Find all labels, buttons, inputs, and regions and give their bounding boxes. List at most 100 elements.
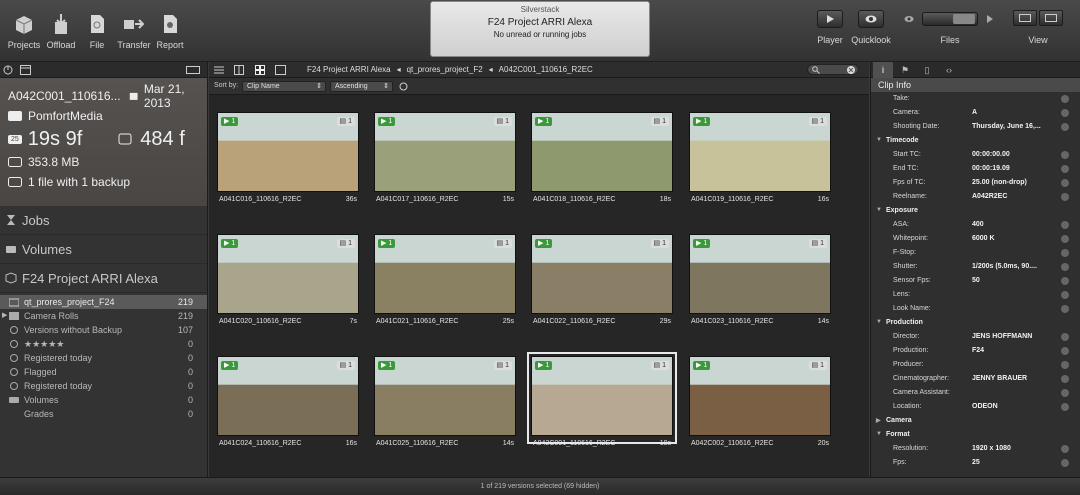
offload-button[interactable]: Offload — [41, 8, 81, 50]
inspector-value[interactable]: JENS HOFFMANN — [972, 333, 1032, 340]
edit-indicator-icon[interactable] — [1061, 249, 1069, 257]
clip-thumbnail[interactable]: ▶ 1 ▤ 1 A042C001_110616_R2EC 19s — [527, 352, 677, 447]
clear-search-icon[interactable] — [847, 66, 855, 74]
disclosure-triangle-icon[interactable]: ▼ — [876, 431, 882, 437]
inspector-value[interactable]: JENNY BRAUER — [972, 375, 1027, 382]
tab-file[interactable]: ▯ — [917, 62, 937, 78]
refresh-icon[interactable] — [399, 82, 408, 91]
section-jobs[interactable]: Jobs — [0, 206, 207, 235]
transfer-button[interactable]: Transfer — [114, 8, 154, 50]
view-button[interactable]: View — [1010, 10, 1066, 45]
nav-item-versions-without-backup[interactable]: Versions without Backup 107 — [0, 323, 207, 337]
edit-indicator-icon[interactable] — [1061, 193, 1069, 201]
clip-thumbnail[interactable]: ▶ 1 ▤ 1 A041C021_110616_R2EC 25s — [374, 234, 516, 325]
clip-thumbnail[interactable]: ▶ 1 ▤ 1 A041C017_110616_R2EC 15s — [374, 112, 516, 203]
files-size-control[interactable]: Files — [900, 10, 1000, 45]
edit-indicator-icon[interactable] — [1061, 291, 1069, 299]
disclosure-triangle-icon[interactable]: ▶ — [2, 309, 7, 323]
inspector-group-header[interactable]: ▼ Exposure — [871, 204, 1080, 218]
view-mode-right[interactable] — [1039, 10, 1063, 26]
inspector-value[interactable]: ODEON — [972, 403, 998, 410]
edit-indicator-icon[interactable] — [1061, 95, 1069, 103]
edit-indicator-icon[interactable] — [1061, 305, 1069, 313]
search-input[interactable] — [807, 64, 859, 75]
section-project[interactable]: F24 Project ARRI Alexa — [0, 264, 207, 293]
quicklook-button[interactable]: Quicklook — [850, 10, 892, 45]
sort-order-select[interactable]: Ascending ⇕ — [330, 81, 393, 92]
nav-item-prores-project[interactable]: qt_prores_project_F24 219 — [0, 295, 207, 309]
inspector-value[interactable]: 400 — [972, 221, 984, 228]
file-button[interactable]: File — [77, 8, 117, 50]
inspector-value[interactable]: 00:00:19.09 — [972, 165, 1010, 172]
tab-code[interactable]: ‹› — [939, 62, 959, 78]
clip-thumbnail[interactable]: ▶ 1 ▤ 1 A041C024_110616_R2EC 16s — [217, 356, 359, 447]
nav-item-volumes[interactable]: Volumes 0 — [0, 393, 207, 407]
edit-indicator-icon[interactable] — [1061, 333, 1069, 341]
inspector-value[interactable]: 50 — [972, 277, 980, 284]
inspector-value[interactable]: 25.00 (non-drop) — [972, 179, 1027, 186]
disclosure-triangle-icon[interactable]: ▼ — [876, 319, 882, 325]
inspector-value[interactable]: F24 — [972, 347, 984, 354]
inspector-value[interactable]: A042R2EC — [972, 193, 1007, 200]
edit-indicator-icon[interactable] — [1061, 459, 1069, 467]
edit-indicator-icon[interactable] — [1061, 179, 1069, 187]
inspector-group-header[interactable]: ▼ Production — [871, 316, 1080, 330]
inspector-value[interactable]: 6000 K — [972, 235, 995, 242]
nav-item-camera-rolls[interactable]: ▶ Camera Rolls 219 — [0, 309, 207, 323]
tape-icon[interactable] — [186, 66, 200, 74]
section-volumes[interactable]: Volumes — [0, 235, 207, 264]
inspector-group-header[interactable]: ▶ Camera — [871, 414, 1080, 428]
edit-indicator-icon[interactable] — [1061, 123, 1069, 131]
breadcrumb-project[interactable]: F24 Project ARRI Alexa — [307, 65, 391, 74]
clip-thumbnail[interactable]: ▶ 1 ▤ 1 A041C025_110616_R2EC 14s — [374, 356, 516, 447]
breadcrumb-clip[interactable]: A042C001_110616_R2EC — [499, 65, 593, 74]
inspector-group-header[interactable]: ▼ Timecode — [871, 134, 1080, 148]
inspector-value[interactable]: 1/200s (5.0ms, 90.... — [972, 263, 1037, 270]
breadcrumb-folder[interactable]: qt_prores_project_F2 — [407, 65, 483, 74]
inspector-value[interactable]: 25 — [972, 459, 980, 466]
edit-indicator-icon[interactable] — [1061, 375, 1069, 383]
tab-info[interactable]: i — [873, 62, 893, 78]
edit-indicator-icon[interactable] — [1061, 403, 1069, 411]
player-button[interactable]: Player — [810, 10, 850, 45]
edit-indicator-icon[interactable] — [1061, 221, 1069, 229]
clip-thumbnail[interactable]: ▶ 1 ▤ 1 A041C022_110616_R2EC 29s — [531, 234, 673, 325]
disclosure-triangle-icon[interactable]: ▼ — [876, 207, 882, 213]
edit-indicator-icon[interactable] — [1061, 389, 1069, 397]
column-view-icon[interactable] — [234, 65, 244, 75]
nav-item-registered-today[interactable]: Registered today 0 — [0, 351, 207, 365]
edit-indicator-icon[interactable] — [1061, 151, 1069, 159]
edit-indicator-icon[interactable] — [1061, 277, 1069, 285]
inspector-group-header[interactable]: ▼ Format — [871, 428, 1080, 442]
clip-thumbnail[interactable]: ▶ 1 ▤ 1 A041C016_110616_R2EC 36s — [217, 112, 359, 203]
inspector-value[interactable]: 00:00:00.00 — [972, 151, 1010, 158]
disclosure-triangle-icon[interactable]: ▶ — [876, 417, 881, 424]
nav-item-registered-today-2[interactable]: Registered today 0 — [0, 379, 207, 393]
tab-flag[interactable]: ⚑ — [895, 62, 915, 78]
power-icon[interactable] — [3, 65, 13, 75]
disclosure-triangle-icon[interactable]: ▼ — [876, 137, 882, 143]
clip-thumbnail[interactable]: ▶ 1 ▤ 1 A041C023_110616_R2EC 14s — [689, 234, 831, 325]
report-button[interactable]: Report — [150, 8, 190, 50]
edit-indicator-icon[interactable] — [1061, 109, 1069, 117]
grid-view-icon[interactable] — [255, 65, 265, 75]
clip-thumbnail[interactable]: ▶ 1 ▤ 1 A042C002_110616_R2EC 20s — [689, 356, 831, 447]
nav-item-rating[interactable]: ★★★★★ 0 — [0, 337, 207, 351]
edit-indicator-icon[interactable] — [1061, 235, 1069, 243]
edit-indicator-icon[interactable] — [1061, 445, 1069, 453]
view-mode-left[interactable] — [1013, 10, 1037, 26]
list-view-icon[interactable] — [214, 65, 224, 75]
clip-thumbnail[interactable]: ▶ 1 ▤ 1 A041C019_110616_R2EC 16s — [689, 112, 831, 203]
nav-item-grades[interactable]: Grades 0 — [0, 407, 207, 421]
sort-field-select[interactable]: Clip Name ⇕ — [242, 81, 326, 92]
inspector-value[interactable]: 1920 x 1080 — [972, 445, 1011, 452]
edit-indicator-icon[interactable] — [1061, 165, 1069, 173]
projects-button[interactable]: Projects — [4, 8, 44, 50]
clip-thumbnail[interactable]: ▶ 1 ▤ 1 A041C018_110616_R2EC 18s — [531, 112, 673, 203]
edit-indicator-icon[interactable] — [1061, 263, 1069, 271]
inspector-value[interactable]: A — [972, 109, 977, 116]
filmstrip-view-icon[interactable] — [275, 65, 286, 75]
inspector-value[interactable]: Thursday, June 16,... — [972, 123, 1041, 130]
clip-thumbnail[interactable]: ▶ 1 ▤ 1 A041C020_110616_R2EC 7s — [217, 234, 359, 325]
window-icon[interactable] — [20, 65, 31, 75]
